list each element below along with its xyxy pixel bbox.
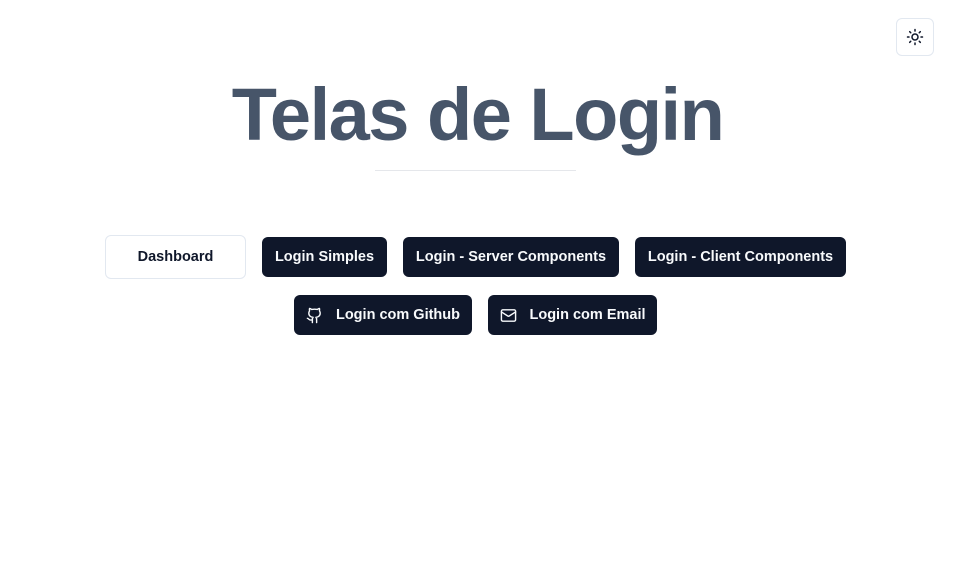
login-client-components-button[interactable]: Login - Client Components <box>635 237 846 277</box>
login-client-components-button-label: Login - Client Components <box>647 249 834 265</box>
login-github-button[interactable]: Login com Github <box>294 295 472 335</box>
dashboard-button-label: Dashboard <box>137 249 214 265</box>
login-server-components-button-label: Login - Server Components <box>415 249 607 265</box>
github-icon <box>306 306 324 324</box>
login-server-components-button[interactable]: Login - Server Components <box>403 237 619 277</box>
page: Telas de Login Dashboard Login Simples L… <box>0 0 955 570</box>
title-divider <box>375 170 576 171</box>
page-title: Telas de Login <box>231 73 725 156</box>
mail-icon <box>499 306 517 324</box>
theme-toggle-button[interactable] <box>896 18 934 56</box>
login-simples-button-label: Login Simples <box>274 249 375 265</box>
login-email-button[interactable]: Login com Email <box>488 295 657 335</box>
dashboard-button[interactable]: Dashboard <box>105 235 246 279</box>
login-github-button-label: Login com Github <box>335 307 461 323</box>
login-simples-button[interactable]: Login Simples <box>262 237 387 277</box>
sun-icon <box>906 28 924 46</box>
login-email-button-label: Login com Email <box>529 307 646 323</box>
